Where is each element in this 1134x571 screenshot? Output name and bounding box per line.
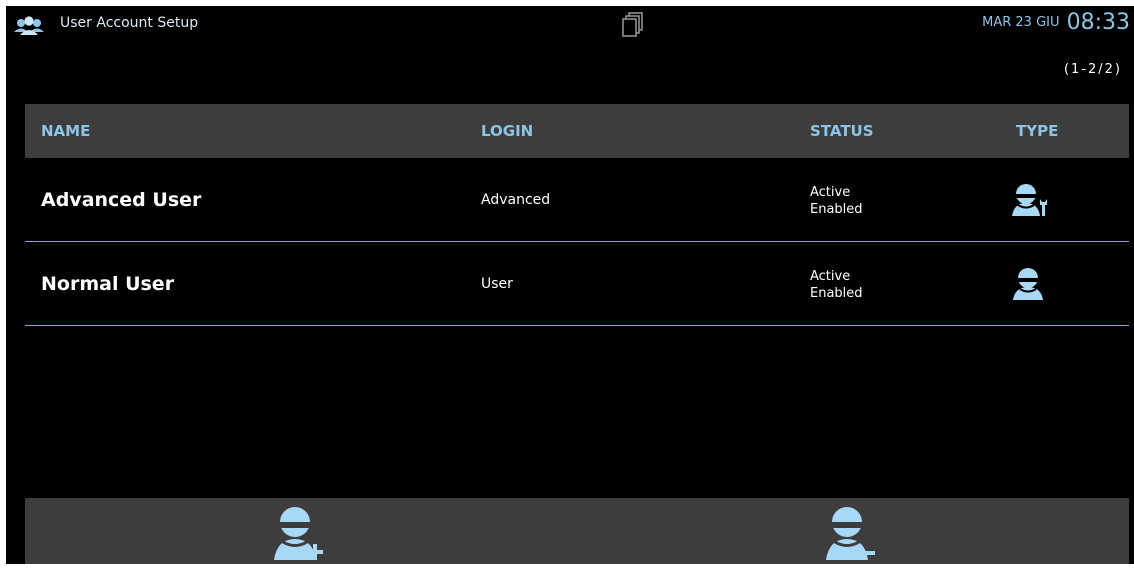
clock-time: 08:33: [1066, 10, 1130, 35]
table-row[interactable]: Advanced User Advanced Active Enabled: [25, 158, 1129, 242]
user-name-cell: Advanced User: [41, 189, 202, 211]
login-cell: User: [481, 276, 513, 292]
user-name-cell: Normal User: [41, 273, 175, 295]
remove-user-icon: [826, 507, 875, 560]
column-header-status: STATUS: [810, 122, 874, 140]
status-enabled-label: Enabled: [810, 202, 863, 217]
normal-user-icon: [1013, 268, 1043, 300]
login-cell: Advanced: [481, 192, 551, 208]
add-user-icon: [274, 507, 323, 560]
user-account-setup-screen: User Account Setup MAR 23 GIU 08:33 (1-2…: [6, 6, 1134, 564]
status-active-label: Active: [810, 185, 851, 200]
column-header-type: TYPE: [1016, 122, 1059, 140]
advanced-user-icon: [1012, 184, 1047, 216]
copy-icon[interactable]: [622, 12, 644, 38]
date-label: MAR 23 GIU: [982, 15, 1060, 30]
status-enabled-label: Enabled: [810, 286, 863, 301]
table-row[interactable]: Normal User User Active Enabled: [25, 242, 1129, 326]
title-bar: User Account Setup MAR 23 GIU 08:33: [6, 6, 1134, 46]
date-time: MAR 23 GIU 08:33: [982, 10, 1130, 35]
page-title: User Account Setup: [60, 15, 199, 31]
status-cell: Active Enabled: [810, 184, 863, 218]
add-user-button[interactable]: [269, 504, 331, 562]
table-header: NAME LOGIN STATUS TYPE: [25, 104, 1129, 158]
remove-user-button[interactable]: [821, 504, 883, 562]
column-header-login: LOGIN: [481, 122, 534, 140]
column-header-name: NAME: [41, 122, 91, 140]
status-cell: Active Enabled: [810, 268, 863, 302]
bottom-toolbar: [25, 498, 1129, 564]
page-indicator: (1-2/2): [1063, 62, 1122, 77]
status-active-label: Active: [810, 269, 851, 284]
users-group-icon: [14, 16, 44, 35]
